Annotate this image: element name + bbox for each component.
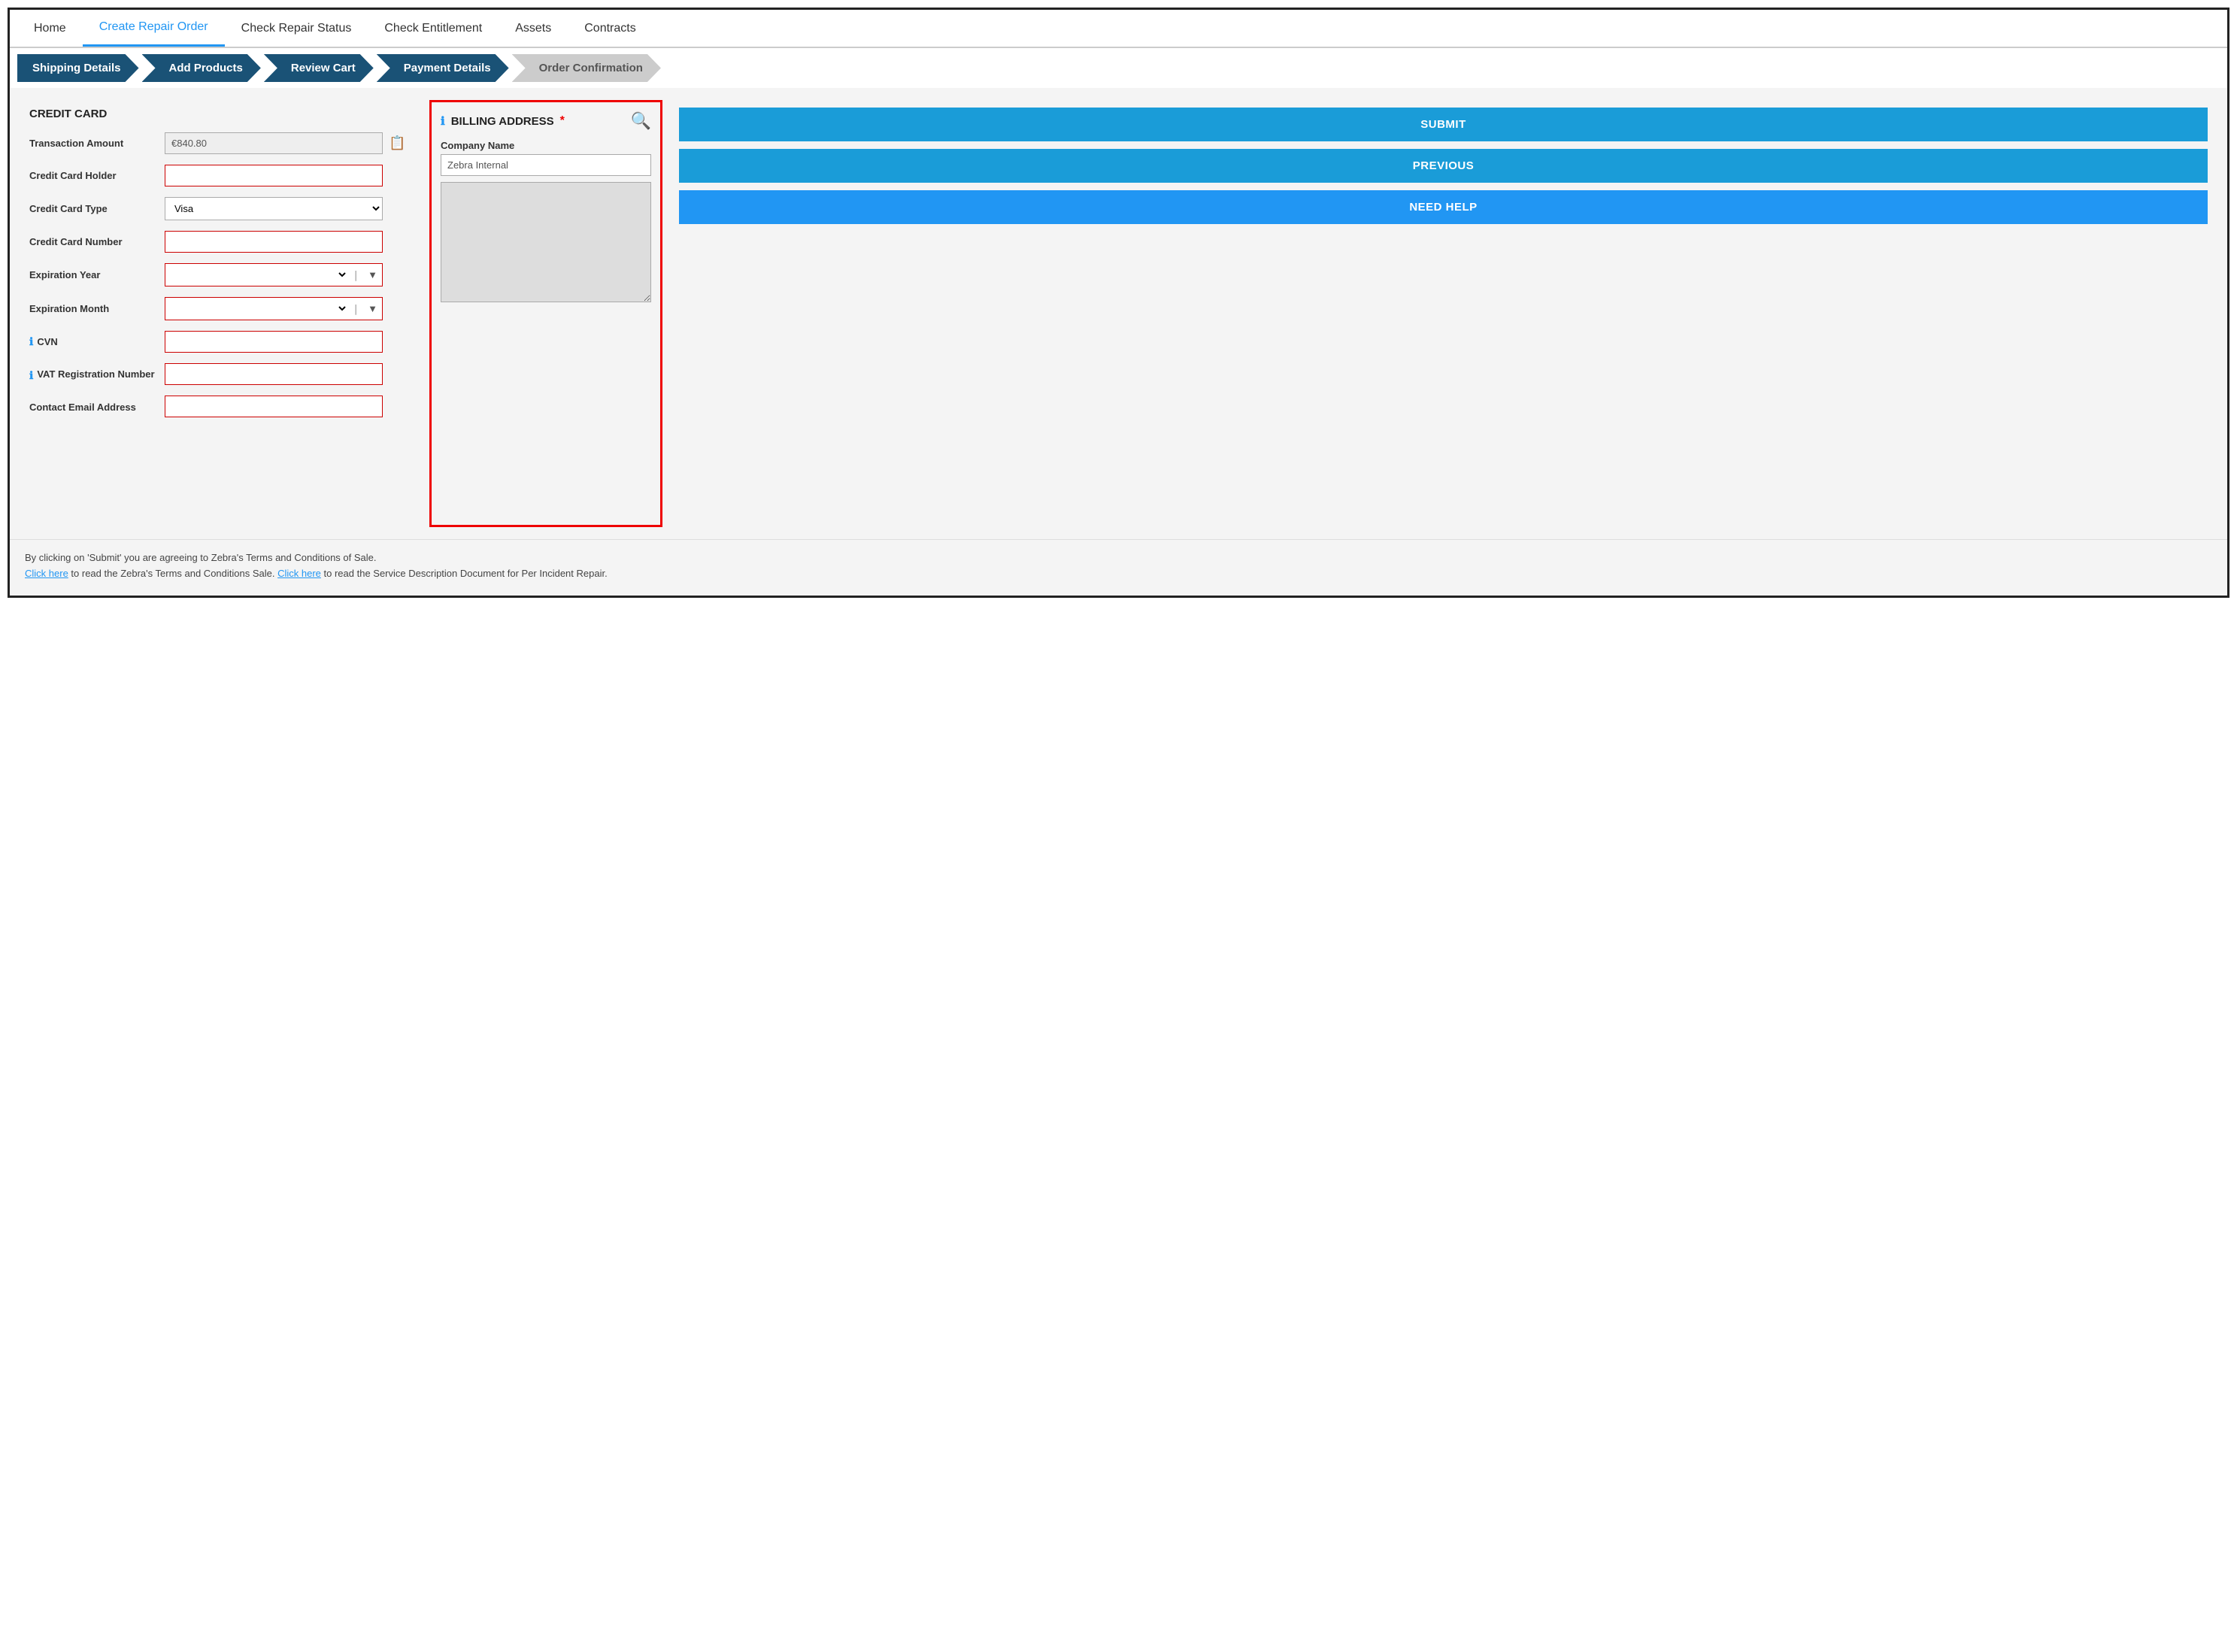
vat-info-icon[interactable]: ℹ bbox=[29, 369, 33, 382]
billing-title-text: BILLING ADDRESS bbox=[451, 115, 554, 128]
year-dropdown-arrow: ▼ bbox=[363, 269, 382, 280]
nav-contracts[interactable]: Contracts bbox=[568, 11, 652, 46]
nav-assets[interactable]: Assets bbox=[499, 11, 568, 46]
month-pipe: ︱ bbox=[348, 300, 363, 318]
step-payment-details[interactable]: Payment Details bbox=[377, 54, 509, 82]
contact-email-label: Contact Email Address bbox=[29, 400, 165, 413]
expiration-month-wrap: 010203 040506 070809 101112 ︱ ▼ bbox=[165, 297, 383, 320]
year-pipe: ︱ bbox=[348, 266, 363, 284]
nav-create-repair-order[interactable]: Create Repair Order bbox=[83, 10, 225, 47]
billing-address-header: ℹ BILLING ADDRESS * 🔍 bbox=[441, 111, 651, 131]
footer-link2-suffix: to read the Service Description Document… bbox=[324, 568, 608, 579]
credit-card-holder-input[interactable] bbox=[165, 165, 383, 186]
footer: By clicking on 'Submit' you are agreeing… bbox=[10, 539, 2227, 596]
transaction-amount-row: Transaction Amount €840.80 📋 bbox=[29, 132, 413, 154]
credit-card-panel: CREDIT CARD Transaction Amount €840.80 📋… bbox=[22, 100, 420, 527]
expiration-month-select[interactable]: 010203 040506 070809 101112 bbox=[165, 298, 348, 320]
footer-link2[interactable]: Click here bbox=[277, 568, 321, 579]
step-add-products[interactable]: Add Products bbox=[142, 54, 261, 82]
billing-required-star: * bbox=[560, 114, 565, 128]
vat-row: ℹ VAT Registration Number bbox=[29, 363, 413, 385]
credit-card-type-label: Credit Card Type bbox=[29, 203, 165, 214]
previous-button[interactable]: PREVIOUS bbox=[679, 149, 2208, 183]
expiration-month-label: Expiration Month bbox=[29, 303, 165, 314]
credit-card-number-row: Credit Card Number bbox=[29, 231, 413, 253]
billing-address-textarea[interactable] bbox=[441, 182, 651, 302]
expiration-year-row: Expiration Year 2024 2025 2026 2027 ︱ ▼ bbox=[29, 263, 413, 286]
credit-card-type-select[interactable]: Visa MasterCard American Express bbox=[165, 197, 383, 220]
contact-email-input[interactable] bbox=[165, 396, 383, 417]
step-review-cart[interactable]: Review Cart bbox=[264, 54, 374, 82]
nav-check-repair-status[interactable]: Check Repair Status bbox=[225, 11, 368, 46]
cvn-input[interactable] bbox=[165, 331, 383, 353]
submit-button[interactable]: SUBMIT bbox=[679, 108, 2208, 141]
credit-card-number-input[interactable] bbox=[165, 231, 383, 253]
billing-address-panel: ℹ BILLING ADDRESS * 🔍 Company Name bbox=[429, 100, 662, 527]
expiration-month-row: Expiration Month 010203 040506 070809 10… bbox=[29, 297, 413, 320]
actions-panel: SUBMIT PREVIOUS NEED HELP bbox=[671, 100, 2215, 527]
credit-card-title: CREDIT CARD bbox=[29, 108, 413, 120]
footer-line2: Click here to read the Zebra's Terms and… bbox=[25, 568, 2212, 579]
credit-card-holder-row: Credit Card Holder bbox=[29, 165, 413, 186]
main-content: CREDIT CARD Transaction Amount €840.80 📋… bbox=[10, 88, 2227, 539]
credit-card-type-row: Credit Card Type Visa MasterCard America… bbox=[29, 197, 413, 220]
wizard-steps: Shipping Details Add Products Review Car… bbox=[10, 48, 2227, 88]
footer-line1: By clicking on 'Submit' you are agreeing… bbox=[25, 552, 2212, 563]
cvn-label: ℹ CVN bbox=[29, 335, 165, 348]
cvn-info-icon[interactable]: ℹ bbox=[29, 335, 33, 348]
billing-company-label: Company Name bbox=[441, 140, 651, 151]
vat-label: ℹ VAT Registration Number bbox=[29, 367, 165, 382]
credit-card-holder-label: Credit Card Holder bbox=[29, 170, 165, 181]
expiration-year-select[interactable]: 2024 2025 2026 2027 bbox=[165, 264, 348, 286]
nav-check-entitlement[interactable]: Check Entitlement bbox=[368, 11, 499, 46]
billing-info-icon[interactable]: ℹ bbox=[441, 114, 445, 128]
month-dropdown-arrow: ▼ bbox=[363, 303, 382, 314]
cvn-row: ℹ CVN bbox=[29, 331, 413, 353]
billing-company-input[interactable] bbox=[441, 154, 651, 176]
contact-email-row: Contact Email Address bbox=[29, 396, 413, 417]
expiration-year-label: Expiration Year bbox=[29, 269, 165, 280]
need-help-button[interactable]: NEED HELP bbox=[679, 190, 2208, 224]
credit-card-number-label: Credit Card Number bbox=[29, 236, 165, 247]
step-shipping-details[interactable]: Shipping Details bbox=[17, 54, 139, 82]
footer-link1-suffix: to read the Zebra's Terms and Conditions… bbox=[71, 568, 277, 579]
vat-input[interactable] bbox=[165, 363, 383, 385]
doc-icon[interactable]: 📋 bbox=[389, 135, 405, 151]
step-order-confirmation[interactable]: Order Confirmation bbox=[512, 54, 661, 82]
nav-home[interactable]: Home bbox=[17, 11, 83, 46]
transaction-amount-label: Transaction Amount bbox=[29, 138, 165, 149]
top-nav: Home Create Repair Order Check Repair St… bbox=[10, 10, 2227, 48]
expiration-year-wrap: 2024 2025 2026 2027 ︱ ▼ bbox=[165, 263, 383, 286]
footer-link1[interactable]: Click here bbox=[25, 568, 68, 579]
billing-search-icon[interactable]: 🔍 bbox=[631, 111, 651, 131]
transaction-amount-display: €840.80 bbox=[165, 132, 383, 154]
